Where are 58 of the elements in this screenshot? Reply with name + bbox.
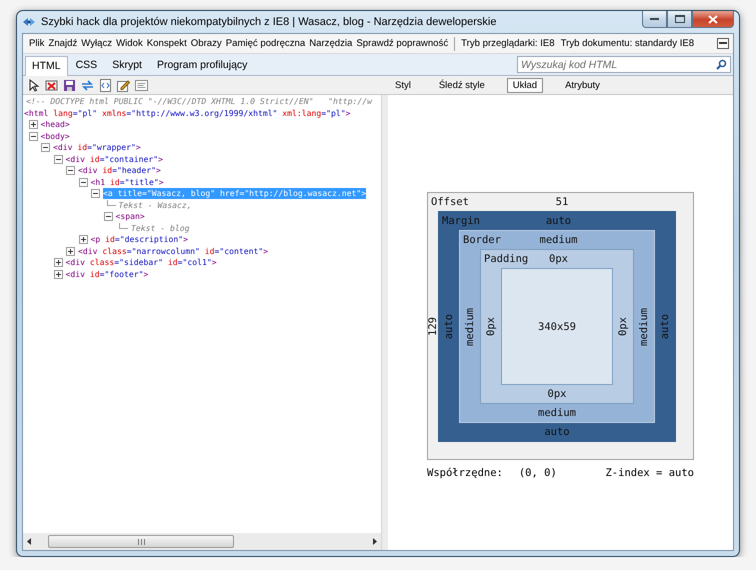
- menu-item[interactable]: Narzędzia: [307, 38, 354, 49]
- tab[interactable]: Śledź style: [432, 78, 491, 92]
- top-value: medium: [540, 234, 578, 246]
- tab[interactable]: Skrypt: [105, 55, 149, 75]
- menu-item[interactable]: Sprawdź poprawność: [354, 38, 450, 49]
- tab[interactable]: Styl: [389, 78, 417, 92]
- top-value: 0px: [549, 253, 568, 265]
- dom-node[interactable]: <head>: [40, 119, 70, 130]
- text-node[interactable]: Tekst - blog: [131, 222, 190, 234]
- dom-node[interactable]: <div id="container">: [66, 154, 163, 165]
- left-value: auto: [443, 314, 455, 340]
- margin-label: Margin: [442, 215, 480, 227]
- dom-node[interactable]: <span>: [116, 211, 145, 222]
- right-value: 0px: [617, 317, 629, 336]
- search-field[interactable]: Wyszukaj kod HTML: [517, 56, 731, 73]
- window-title: Szybki hack dla projektów niekompatybilnych z IE8 | Wasacz, blog - Narzędzia deweloperskie: [41, 16, 498, 28]
- dom-node[interactable]: <div id="footer">: [66, 268, 148, 280]
- menu-item[interactable]: Wyłącz: [79, 38, 114, 49]
- tab[interactable]: CSS: [68, 55, 104, 75]
- coordinates-value: (0, 0): [518, 467, 557, 479]
- dom-node[interactable]: <h1 id="title">: [90, 176, 164, 188]
- border-label: Border: [463, 234, 501, 246]
- menu-item[interactable]: Znajdź: [46, 38, 80, 49]
- mode-menu-item[interactable]: Tryb przeglądarki: IE8: [459, 38, 557, 49]
- right-value: medium: [638, 308, 650, 346]
- dom-node[interactable]: <div id="header">: [78, 165, 161, 176]
- dom-node[interactable]: <div class="narrowcolumn" id="content">: [78, 246, 268, 257]
- tab[interactable]: Układ: [506, 78, 544, 92]
- offset-label: Offset: [431, 196, 469, 208]
- coordinates-label: Współrzędne:: [427, 467, 503, 479]
- content-box: 340x59: [501, 268, 613, 385]
- tab[interactable]: HTML: [25, 56, 68, 76]
- bottom-value: medium: [538, 407, 576, 419]
- mode-menu-item[interactable]: Tryb dokumentu: standardy IE8: [558, 38, 696, 49]
- padding-label: Padding: [484, 253, 528, 265]
- dom-node[interactable]: <div id="wrapper">: [53, 142, 141, 154]
- menu-item[interactable]: Pamięć podręczna: [224, 38, 308, 49]
- bottom-value: 0px: [548, 388, 566, 400]
- menu-item[interactable]: Plik: [27, 38, 46, 49]
- left-value: 0px: [485, 317, 497, 336]
- left-value: 129: [427, 317, 439, 336]
- dom-node[interactable]: <body>: [40, 130, 70, 142]
- right-value: auto: [659, 314, 671, 340]
- bottom-value: auto: [544, 426, 570, 438]
- dom-node[interactable]: <p id="description">: [90, 234, 188, 246]
- tab[interactable]: Program profilujący: [150, 55, 254, 75]
- menu-item[interactable]: Widok: [114, 38, 145, 49]
- dom-node[interactable]: <div class="sidebar" id="col1">: [66, 257, 217, 268]
- text-node[interactable]: Tekst - Wasacz,: [118, 200, 192, 211]
- dom-node[interactable]: <html lang="pl" xmlns="http://www.w3.org/1999/xhtml" xml:lang="pl">: [24, 108, 351, 119]
- top-value: 51: [556, 196, 568, 208]
- left-value: medium: [464, 308, 476, 346]
- z-index-text: Z-index = auto: [605, 467, 694, 479]
- tab[interactable]: Atrybuty: [559, 78, 606, 92]
- menu-item[interactable]: Obrazy: [188, 38, 224, 49]
- doctype-comment: <!-- DOCTYPE html PUBLIC "-//W3C//DTD XHTML 1.0 Strict//EN" "http://w: [26, 96, 372, 108]
- top-value: auto: [546, 215, 572, 227]
- menu-item[interactable]: Konspekt: [144, 38, 189, 49]
